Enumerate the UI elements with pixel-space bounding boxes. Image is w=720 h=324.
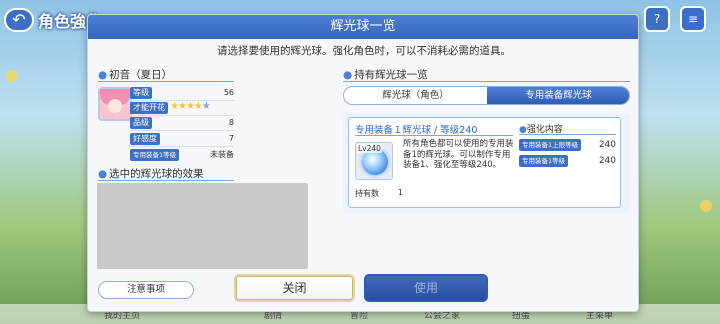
stat-row-level: 等级 56 [130,87,234,100]
orb-list: 专用装备１辉光球 / 等级240 Lv240 持有数 1 所有角色都可以使用的专… [343,113,630,213]
character-name: 初音（夏日） [109,69,173,81]
star-empty-icon: ★ [201,101,211,112]
star-icon: ★ [193,101,203,112]
glow-orb-dialog: 辉光球一览 请选择要使用的辉光球。强化角色时，可以不消耗必需的道具。 ● 初音（夏… [87,14,639,312]
effect-panel [97,183,308,269]
stat-label: 才能开花 [130,102,168,114]
orb-level-badge: Lv240 [357,144,382,153]
bullet-icon: ● [98,168,108,180]
divider [355,135,513,136]
boost-label: 专用装备1上限等级 [519,139,582,151]
boost-value: 240 [598,140,616,150]
divider [130,130,234,131]
stat-value: 8 [228,118,234,127]
stat-row-rank: 品级 8 [130,117,234,130]
orb-type-tabs: 辉光球（角色） 专用装备辉光球 [343,86,630,105]
bullet-icon: ● [98,69,108,81]
orb-description: 所有角色都可以使用的专用装备1的辉光球。可以制作专用装备1、强化至等级240。 [403,139,514,170]
help-icon[interactable]: ? [644,6,670,32]
owned-heading-label: 持有辉光球一览 [354,69,428,81]
stat-label: 专用装备1等级 [130,149,180,161]
divider [519,134,616,135]
star-icon: ★ [170,101,179,112]
tab-unique-equip-orb[interactable]: 专用装备辉光球 [487,87,629,104]
stat-value: 未装备 [210,150,234,159]
close-button[interactable]: 关闭 [234,274,355,302]
stat-row-affinity: 好感度 7 [130,133,234,146]
character-name-heading: ● 初音（夏日） [98,67,172,82]
divider [130,115,234,116]
divider [98,180,234,181]
effect-heading-label: 选中的辉光球的效果 [109,168,204,180]
character-avatar [98,87,132,121]
dialog-description: 请选择要使用的辉光球。强化角色时，可以不消耗必需的道具。 [217,45,511,57]
star-icon: ★ [185,101,195,112]
divider [130,146,234,147]
boost-row-max-level: 专用装备1上限等级 240 [519,139,616,152]
bullet-icon: ● [343,69,353,81]
owned-count-row: 持有数 1 [355,188,403,199]
menu-icon[interactable]: ≡ [680,6,706,32]
boost-label: 专用装备1等级 [519,155,569,167]
stat-label: 好感度 [130,133,160,145]
owned-heading: ● 持有辉光球一览 [343,67,428,82]
star-icon: ★ [177,101,187,112]
orb-thumbnail[interactable]: Lv240 [355,142,393,180]
boost-row-level: 专用装备1等级 240 [519,155,616,168]
notes-button[interactable]: 注意事项 [98,281,194,299]
stat-label: 等级 [130,87,152,99]
side-decoration-icon [6,70,18,82]
stat-label: 品级 [130,117,152,129]
stat-value: 56 [223,88,234,97]
tab-character-orb[interactable]: 辉光球（角色） [344,87,487,104]
use-button[interactable]: 使用 [364,274,488,302]
boost-value: 240 [598,156,616,166]
stat-row-talent: 才能开花 ★★★★★ [130,101,234,115]
side-decoration-icon [700,200,712,212]
orb-item-title: 专用装备１辉光球 / 等级240 [355,125,478,136]
divider [343,81,630,82]
orb-item-card[interactable]: 专用装备１辉光球 / 等级240 Lv240 持有数 1 所有角色都可以使用的专… [348,117,621,208]
effect-heading: ● 选中的辉光球的效果 [98,166,204,181]
owned-label: 持有数 [355,189,379,198]
star-rating: ★★★★★ [170,101,211,112]
back-icon[interactable]: ↶ [4,8,34,32]
stat-row-unique-equip: 专用装备1等级 未装备 [130,149,234,162]
dialog-title: 辉光球一览 [88,15,638,39]
stat-value: 7 [228,134,234,143]
owned-count: 1 [397,188,403,197]
divider [98,81,234,82]
